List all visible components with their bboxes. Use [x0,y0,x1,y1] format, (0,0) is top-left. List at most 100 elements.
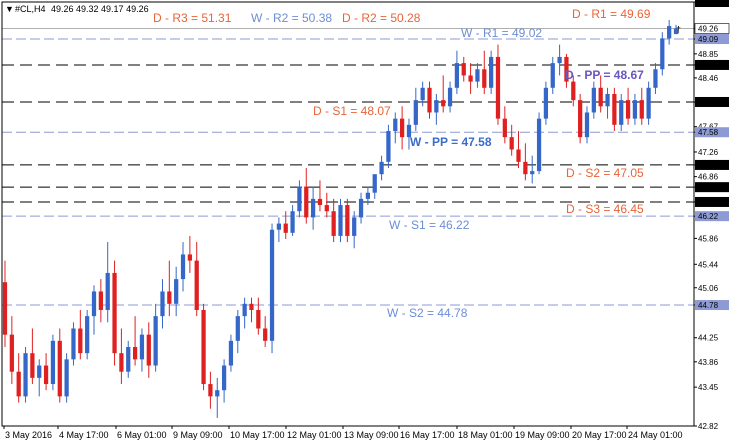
y-tick: 48.85 [694,50,719,59]
candle-body [427,87,432,113]
candle [297,180,302,218]
candle [393,112,398,144]
y-tick-label: 49.26 [698,25,719,34]
candle-body [331,211,336,236]
candle [543,81,549,125]
x-tick: 4 May 17:00 [57,426,109,440]
candle [283,211,288,239]
candle [78,309,83,360]
x-tick: 16 May 17:00 [398,426,455,440]
candle-body [441,100,446,107]
candle-body [119,353,124,372]
candle [43,353,49,391]
candle [550,56,555,94]
candle [2,260,8,348]
y-tick-label: 49.09 [698,35,719,44]
chart-menu-icon[interactable]: ▼ [5,4,14,14]
x-tick-label: 16 May 17:00 [400,430,455,440]
candle [372,174,377,199]
candle-body [98,291,103,310]
candle [489,50,494,94]
candle-body [454,63,460,88]
candle-body [249,303,254,310]
symbol-label: #CL,H4 [15,4,46,14]
candle-body [132,347,138,360]
candle [516,130,521,169]
candle [310,186,316,230]
candle-body [256,309,261,329]
candle-body [187,254,192,261]
candle [9,316,14,385]
candle-body [215,390,220,397]
candle [352,211,357,249]
candle [105,242,110,323]
candle-body [639,100,644,119]
chart: 49.6949.2649.0948.8548.6748.4648.0747.67… [1,0,730,440]
candle-body [530,171,535,175]
candle [64,353,69,403]
y-tick: 42.82 [694,422,719,431]
y-tick: 46.45 [694,196,729,207]
x-tick-label: 9 May 09:00 [173,430,223,440]
candle-body [352,217,357,236]
candle-body [91,291,97,317]
candle-body [591,87,596,113]
candle-body [194,260,199,310]
candle-body [434,100,439,113]
candle-body [372,174,377,193]
candle-body [619,100,624,125]
candle [276,217,282,243]
candle [85,309,90,360]
candle-body [43,365,49,385]
candle [23,347,28,403]
ohlc-values: 49.26 49.32 49.17 49.26 [51,4,149,14]
candle [221,359,227,403]
candle-body [276,223,282,230]
y-tick-label: 46.69 [698,183,719,192]
candle-body [502,118,507,138]
y-tick: 46.22 [694,211,729,222]
candle [126,340,131,378]
candle [530,155,535,184]
candle [201,303,206,391]
candle [338,198,343,243]
candle [584,106,590,144]
candle [441,75,446,113]
level-label-11: W - S2 = 44.78 [387,306,468,320]
candle [194,242,199,317]
x-tick: 13 May 09:00 [342,426,399,440]
candle-body [468,75,473,82]
candle-body [379,161,384,175]
candle [91,285,97,335]
y-tick: 48.67 [694,59,729,70]
y-tick-label: 45.86 [698,234,719,243]
candle-body [304,186,309,218]
candle-body [324,205,329,212]
candle-body [9,334,14,372]
title-block: ▼ #CL,H4 49.26 49.32 49.17 49.26 [5,4,149,14]
x-tick: 24 May 01:00 [626,426,683,440]
candle-body [653,69,658,88]
x-tick-label: 24 May 01:00 [628,430,683,440]
candle [180,242,186,292]
candle-body [16,371,21,397]
y-tick-label: 43.86 [698,358,719,367]
candle [269,223,275,354]
candle-body [139,334,145,360]
candle-body [550,63,555,88]
candle [324,192,329,218]
candle-body [509,137,514,150]
candle-body [85,316,90,354]
y-tick-label: 45.06 [698,284,719,293]
candle-body [338,205,343,236]
candle-body [584,112,590,138]
candle-body [160,291,165,317]
y-tick: 48.46 [694,74,719,83]
candle-body [495,56,501,119]
y-tick: 43.45 [694,383,719,392]
candle [653,63,658,94]
x-tick: 9 May 09:00 [171,426,223,440]
candle [660,32,665,76]
candle [379,155,384,181]
candle [228,334,234,372]
